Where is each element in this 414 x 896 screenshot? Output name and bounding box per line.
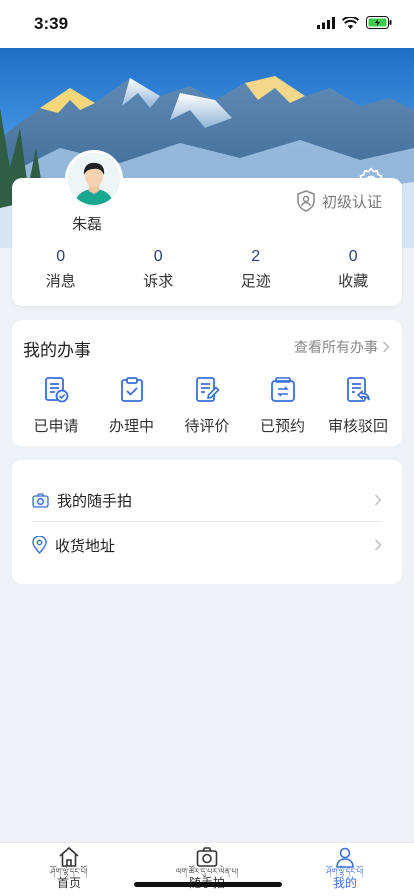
links-card: 我的随手拍 收货地址 xyxy=(12,460,402,584)
reserved-icon xyxy=(270,377,295,402)
stat-value: 0 xyxy=(56,248,66,265)
stat-value: 0 xyxy=(348,248,358,265)
rejected-icon xyxy=(347,377,370,402)
tab-tibetan-label: ལག་ཚོར་དུ་པར་ལེན་པ། xyxy=(175,867,239,876)
link-label: 收货地址 xyxy=(55,536,116,555)
chevron-right-icon xyxy=(382,341,390,353)
stat-label: 收藏 xyxy=(338,272,369,290)
divider xyxy=(32,521,382,522)
location-icon xyxy=(32,536,47,554)
affair-label: 办理中 xyxy=(108,417,154,435)
affair-to-evaluate[interactable]: 待评价 xyxy=(170,376,244,436)
signal-icon xyxy=(317,16,335,29)
affairs-card: 我的办事 查看所有办事 已申请 办理中 待评价 已预约 审核驳回 xyxy=(12,320,402,446)
chevron-right-icon xyxy=(375,539,382,551)
tab-snapshot[interactable]: ལག་ཚོར་དུ་པར་ལེན་པ། 随手拍 xyxy=(138,843,276,896)
certification-badge[interactable]: 初级认证 xyxy=(296,190,382,212)
shield-user-icon xyxy=(297,190,315,212)
processing-icon xyxy=(120,377,143,402)
my-snapshot-link[interactable]: 我的随手拍 xyxy=(32,480,382,520)
tab-label: 我的 xyxy=(332,876,357,890)
affair-rejected[interactable]: 审核驳回 xyxy=(321,376,395,436)
stats-row: 0 消息 0 诉求 2 足迹 0 收藏 xyxy=(12,248,402,291)
affair-processing[interactable]: 办理中 xyxy=(95,376,169,436)
tab-label: 首页 xyxy=(56,876,81,890)
affair-label: 待评价 xyxy=(184,417,230,435)
camera-icon xyxy=(196,847,218,867)
stat-value: 2 xyxy=(251,248,261,265)
stat-label: 消息 xyxy=(45,272,76,290)
user-name: 朱磊 xyxy=(72,215,103,233)
tab-home[interactable]: ཤོག་ལྷེ་དང་པོ། 首页 xyxy=(0,843,138,896)
status-time: 3:39 xyxy=(34,14,69,33)
affairs-title: 我的办事 xyxy=(23,341,91,361)
stat-footprints[interactable]: 2 足迹 xyxy=(207,248,305,291)
home-icon xyxy=(59,846,79,867)
home-indicator xyxy=(134,882,282,887)
status-icons xyxy=(317,16,392,29)
tab-tibetan-label: ཤོག་ལྷེ་དང་པོ། xyxy=(326,867,364,876)
to-evaluate-icon xyxy=(196,377,220,402)
link-label: 我的随手拍 xyxy=(57,491,133,510)
stat-messages[interactable]: 0 消息 xyxy=(12,248,110,291)
tab-mine[interactable]: ཤོག་ལྷེ་དང་པོ། 我的 xyxy=(276,843,414,896)
applied-icon xyxy=(45,377,69,403)
shipping-address-link[interactable]: 收货地址 xyxy=(32,525,382,565)
view-all-affairs-link[interactable]: 查看所有办事 xyxy=(294,337,390,357)
stat-appeals[interactable]: 0 诉求 xyxy=(110,248,208,291)
bottom-tab-bar: ཤོག་ལྷེ་དང་པོ། 首页 ལག་ཚོར་དུ་པར་ལེན་པ། 随手… xyxy=(0,842,414,896)
stat-label: 诉求 xyxy=(143,272,174,290)
certification-label: 初级认证 xyxy=(321,192,382,211)
affair-applied[interactable]: 已申请 xyxy=(19,376,93,436)
stat-label: 足迹 xyxy=(240,272,271,290)
affair-reserved[interactable]: 已预约 xyxy=(246,376,320,436)
tab-tibetan-label: ཤོག་ལྷེ་དང་པོ། xyxy=(50,867,88,876)
profile-card: 朱磊 初级认证 0 消息 0 诉求 2 足迹 0 收藏 xyxy=(12,150,402,306)
affair-label: 已预约 xyxy=(259,417,305,435)
camera-icon xyxy=(32,492,49,508)
chevron-right-icon xyxy=(375,494,382,506)
affairs-grid: 已申请 办理中 待评价 已预约 审核驳回 xyxy=(12,376,402,436)
view-all-label: 查看所有办事 xyxy=(294,340,378,356)
wifi-icon xyxy=(342,16,359,29)
affair-label: 审核驳回 xyxy=(327,417,388,435)
user-icon xyxy=(336,847,354,868)
avatar-image xyxy=(68,153,120,205)
status-bar: 3:39 xyxy=(0,0,414,48)
affair-label: 已申请 xyxy=(33,417,79,435)
stat-value: 0 xyxy=(153,248,163,265)
avatar[interactable] xyxy=(65,150,123,208)
battery-icon xyxy=(366,16,392,29)
stat-favorites[interactable]: 0 收藏 xyxy=(305,248,403,291)
